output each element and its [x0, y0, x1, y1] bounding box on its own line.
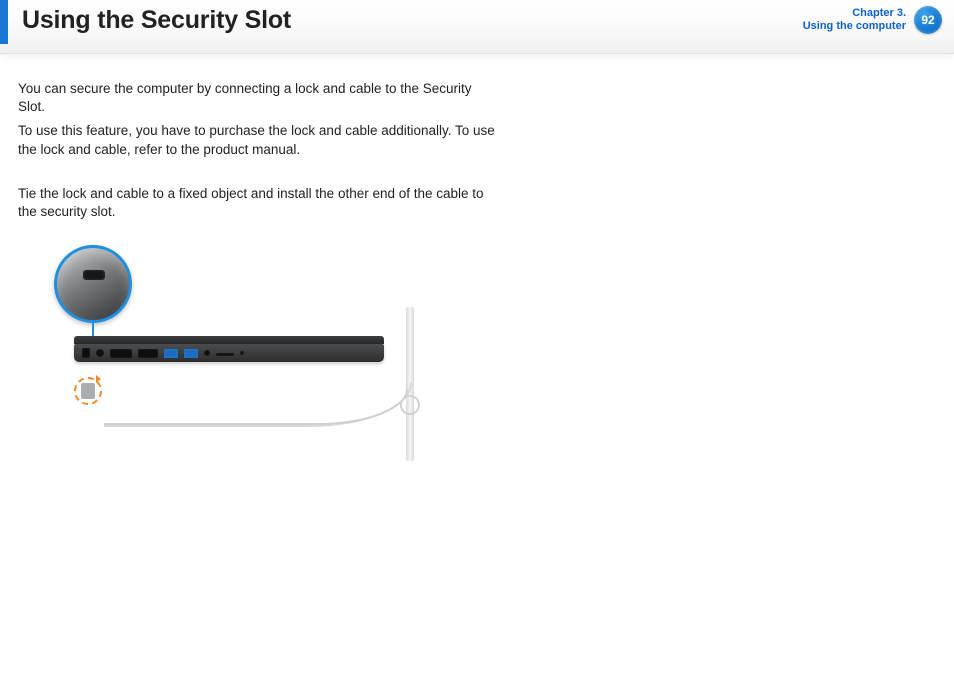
- hdmi-port-icon: [110, 349, 132, 358]
- usb-port-icon: [184, 349, 198, 358]
- rotation-arrow-icon: [96, 375, 101, 383]
- usb-port-icon: [164, 349, 178, 358]
- paragraph-intro: You can secure the computer by connectin…: [18, 80, 500, 116]
- mic-jack-icon: [204, 350, 210, 356]
- cable-loop-icon: [400, 395, 420, 415]
- page-header: Using the Security Slot Chapter 3. Using…: [0, 0, 954, 54]
- laptop-side-view: [74, 334, 384, 372]
- header-meta: Chapter 3. Using the computer 92: [803, 6, 942, 34]
- laptop-lid: [74, 336, 384, 344]
- security-slot-closeup-icon: [54, 245, 132, 323]
- security-slot-icon: [82, 348, 90, 358]
- header-accent-bar: [0, 0, 8, 44]
- audio-jack-icon: [96, 349, 104, 357]
- body-content: You can secure the computer by connectin…: [0, 54, 500, 461]
- pinhole-icon: [240, 351, 244, 355]
- chapter-number: Chapter 3.: [803, 7, 906, 20]
- vga-port-icon: [138, 349, 158, 358]
- paragraph-instruction: Tie the lock and cable to a fixed object…: [18, 185, 500, 221]
- page-number-badge: 92: [914, 6, 942, 34]
- sd-slot-icon: [216, 353, 234, 356]
- laptop-port-row: [82, 348, 244, 358]
- security-slot-figure: [56, 251, 456, 461]
- chapter-name: Using the computer: [803, 20, 906, 33]
- security-cable: [104, 389, 408, 425]
- paragraph-purchase-note: To use this feature, you have to purchas…: [18, 122, 500, 158]
- page-title: Using the Security Slot: [22, 6, 291, 35]
- key-icon: [81, 383, 95, 399]
- chapter-label: Chapter 3. Using the computer: [803, 7, 906, 33]
- lock-and-key-icon: [74, 377, 102, 405]
